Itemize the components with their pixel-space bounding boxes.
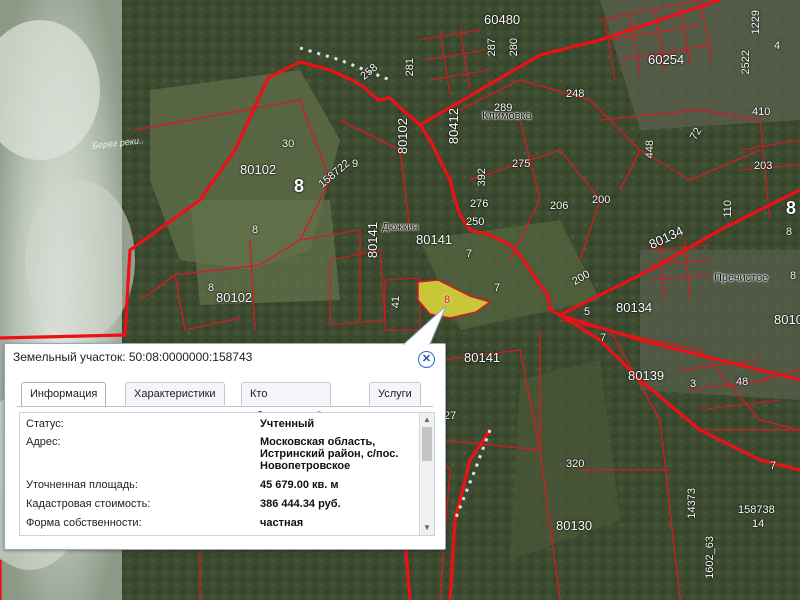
- parcel-number: 41: [390, 296, 402, 309]
- parcel-number: 248: [566, 88, 585, 100]
- field-label-address: Адрес:: [26, 436, 61, 448]
- field-label-ownership: Форма собственности:: [26, 517, 142, 529]
- parcel-number: 1229: [750, 10, 762, 35]
- parcel-number: 9: [352, 158, 359, 170]
- info-panel[interactable]: Статус: Учтенный Адрес: Московская облас…: [19, 412, 435, 536]
- parcel-number: 14373: [686, 488, 698, 519]
- scrollbar[interactable]: ▲ ▼: [419, 413, 434, 535]
- parcel-number: 158738: [738, 504, 775, 516]
- block-label: 80141: [464, 350, 501, 365]
- field-value-ownership: частная: [260, 517, 304, 529]
- block-label: 80139: [628, 368, 665, 383]
- parcel-number: 8: [208, 282, 215, 294]
- zone-number: 8: [294, 176, 305, 196]
- block-label: 80102: [395, 118, 410, 155]
- parcel-number: 200: [592, 194, 611, 206]
- scroll-up-icon[interactable]: ▲: [422, 415, 432, 425]
- parcel-info-popup: Земельный участок: 50:08:0000000:158743 …: [4, 343, 446, 550]
- parcel-number: 410: [752, 106, 771, 118]
- block-label: 80141: [365, 222, 380, 259]
- block-label: 80130: [556, 518, 593, 533]
- parcel-number: 7: [466, 248, 473, 260]
- parcel-number: 7: [600, 332, 607, 344]
- parcel-number: 275: [512, 158, 531, 170]
- parcel-number: 8: [790, 270, 797, 282]
- block-label: 80102: [240, 162, 277, 177]
- parcel-number: 1602_63: [704, 536, 716, 579]
- parcel-number: 392: [476, 168, 488, 187]
- parcel-number: 8: [786, 226, 793, 238]
- parcel-number: 448: [644, 140, 656, 159]
- field-value-cadastral-value: 386 444.34 руб.: [260, 498, 341, 510]
- parcel-number: 276: [470, 198, 489, 210]
- block-label: 60254: [648, 52, 685, 67]
- place-name: Климовка: [482, 110, 532, 122]
- zone-number: 8: [786, 198, 797, 218]
- parcel-number: 3: [690, 378, 697, 390]
- parcel-number: 48: [736, 376, 749, 388]
- parcel-number: 281: [404, 58, 416, 77]
- selected-parcel-label[interactable]: 8: [444, 294, 450, 306]
- place-name: Пречистое: [714, 272, 769, 284]
- field-label-status: Статус:: [26, 418, 64, 430]
- field-value-area: 45 679.00 кв. м: [260, 479, 339, 491]
- parcel-number: 30: [282, 138, 295, 150]
- tab-services[interactable]: Услуги: [369, 382, 421, 405]
- place-name: Дюжкин: [382, 222, 419, 233]
- tab-characteristics[interactable]: Характеристики: [125, 382, 225, 405]
- parcel-number: 8: [252, 224, 259, 236]
- popup-title: Земельный участок: 50:08:0000000:158743: [13, 350, 253, 364]
- block-label: 80412: [446, 108, 461, 145]
- field-value-address: Московская область, Истринский район, с/…: [260, 436, 399, 472]
- block-label: 80134: [616, 300, 653, 315]
- parcel-number: 7: [770, 460, 777, 472]
- field-label-cadastral-value: Кадастровая стоимость:: [26, 498, 151, 510]
- block-label: 8010: [774, 312, 800, 327]
- parcel-number: 250: [466, 216, 485, 228]
- tab-divider: [17, 406, 433, 407]
- scroll-thumb[interactable]: [422, 427, 432, 461]
- parcel-number: 280: [508, 38, 520, 57]
- block-label: 80102: [216, 290, 253, 305]
- block-label: 80141: [416, 232, 453, 247]
- parcel-number: 14: [752, 518, 765, 530]
- parcel-number: 110: [722, 200, 734, 218]
- parcel-number: 203: [754, 160, 773, 172]
- parcel-number: 7: [494, 282, 501, 294]
- parcel-number: 4: [774, 40, 781, 52]
- tab-info[interactable]: Информация: [21, 382, 107, 407]
- field-label-area: Уточненная площадь:: [26, 479, 138, 491]
- parcel-number: 320: [566, 458, 585, 470]
- block-label: 60480: [484, 12, 521, 27]
- scroll-down-icon[interactable]: ▼: [422, 523, 432, 533]
- field-value-status: Учтенный: [260, 418, 315, 430]
- close-icon[interactable]: ✕: [418, 351, 435, 368]
- tab-service[interactable]: Кто обслуживает?: [241, 382, 332, 422]
- parcel-number: 287: [486, 38, 498, 57]
- parcel-number: 5: [584, 306, 591, 318]
- parcel-number: 206: [550, 200, 569, 212]
- parcel-number: 2522: [740, 50, 752, 75]
